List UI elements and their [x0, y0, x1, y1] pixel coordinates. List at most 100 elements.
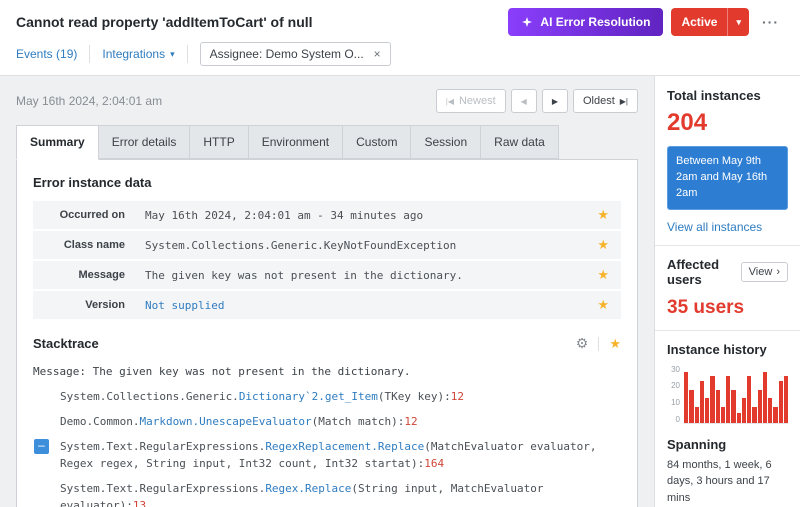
frame-class: System.Text.RegularExpressions.	[60, 482, 265, 495]
tab-raw-data[interactable]: Raw data	[480, 125, 559, 159]
integrations-label: Integrations	[102, 47, 165, 61]
star-icon[interactable]: ★	[597, 297, 609, 313]
tabs: SummaryError detailsHTTPEnvironmentCusto…	[16, 125, 638, 159]
frame-method: Regex.Replace	[265, 482, 351, 495]
view-users-button[interactable]: View ›	[741, 262, 788, 282]
page-title: Cannot read property 'addItemToCart' of …	[16, 14, 313, 30]
frame-text: System.Text.RegularExpressions.Regex.Rep…	[60, 480, 621, 507]
history-bar	[742, 398, 746, 423]
history-bar	[747, 376, 751, 423]
skip-to-last-icon: ▶|	[620, 97, 628, 106]
star-icon[interactable]: ★	[597, 237, 609, 253]
skip-to-first-icon: |◀	[446, 97, 454, 106]
field-value: System.Collections.Generic.KeyNotFoundEx…	[145, 239, 597, 252]
field-value[interactable]: Not supplied	[145, 299, 597, 312]
y-tick-label: 0	[667, 416, 680, 424]
tab-environment[interactable]: Environment	[248, 125, 343, 159]
next-instance-button[interactable]: ▶	[542, 89, 568, 113]
history-bar	[737, 413, 741, 423]
tab-summary[interactable]: Summary	[16, 125, 99, 160]
instance-history-heading: Instance history	[667, 342, 788, 357]
assignee-chip-label: Assignee: Demo System O...	[210, 47, 364, 61]
field-value: The given key was not present in the dic…	[145, 269, 597, 282]
frame-gutter	[33, 413, 60, 414]
field-label: Occurred on	[33, 209, 125, 221]
history-bar	[726, 376, 730, 423]
star-icon[interactable]: ★	[597, 267, 609, 283]
newest-label: Newest	[459, 95, 496, 107]
history-bar	[768, 398, 772, 423]
tab-http[interactable]: HTTP	[189, 125, 248, 159]
history-bar	[684, 372, 688, 423]
affected-users-count: 35 users	[667, 297, 788, 319]
spanning-heading: Spanning	[667, 437, 788, 452]
chevron-left-icon: ◀	[521, 97, 527, 106]
instance-pager: |◀ Newest ◀ ▶ Oldest ▶|	[436, 89, 638, 113]
frame-class: Demo.Common.	[60, 415, 139, 428]
view-button-label: View	[749, 266, 773, 278]
main-area: May 16th 2024, 2:04:01 am |◀ Newest ◀ ▶ …	[0, 75, 800, 507]
star-icon[interactable]: ★	[597, 207, 609, 223]
history-bar	[758, 390, 762, 422]
history-bar	[695, 407, 699, 422]
frame-line-number: 13	[133, 499, 146, 507]
error-report-app: Cannot read property 'addItemToCart' of …	[0, 0, 800, 507]
affected-users-heading: Affected users	[667, 257, 741, 287]
instance-timestamp: May 16th 2024, 2:04:01 am	[16, 94, 162, 108]
stack-frame: Demo.Common.Markdown.UnescapeEvaluator(M…	[33, 409, 621, 434]
oldest-label: Oldest	[583, 95, 615, 107]
error-instance-heading: Error instance data	[33, 175, 621, 190]
frame-class: System.Text.RegularExpressions.	[60, 440, 265, 453]
field-label: Class name	[33, 239, 125, 251]
tab-session[interactable]: Session	[410, 125, 481, 159]
star-icon[interactable]: ★	[609, 336, 621, 352]
history-bar	[700, 381, 704, 423]
events-link[interactable]: Events (19)	[16, 47, 77, 61]
history-bar	[752, 407, 756, 422]
assignee-filter-chip[interactable]: Assignee: Demo System O... ×	[200, 42, 391, 66]
integrations-dropdown[interactable]: Integrations ▾	[102, 47, 174, 61]
chevron-right-icon: ▶	[552, 97, 558, 106]
frame-text: System.Text.RegularExpressions.RegexRepl…	[60, 438, 621, 472]
more-options-button[interactable]: ···	[757, 10, 784, 34]
frame-line-number: 164	[424, 457, 444, 470]
y-tick-label: 30	[667, 366, 680, 374]
field-label: Message	[33, 269, 125, 281]
frame-args: (Match match):	[312, 415, 405, 428]
frame-method: Dictionary`2.get_Item	[239, 390, 378, 403]
divider	[89, 45, 90, 63]
frame-gutter	[33, 480, 60, 481]
header-actions: AI Error Resolution Active ▾ ···	[508, 8, 784, 36]
ai-button-label: AI Error Resolution	[540, 15, 650, 29]
tab-custom[interactable]: Custom	[342, 125, 411, 159]
status-dropdown[interactable]: Active ▾	[671, 8, 749, 36]
instance-history-chart: 3020100	[667, 366, 788, 424]
ai-error-resolution-button[interactable]: AI Error Resolution	[508, 8, 663, 36]
history-bar	[710, 376, 714, 423]
history-bar	[784, 376, 788, 423]
error-instance-row: Class name System.Collections.Generic.Key…	[33, 231, 621, 259]
header: Cannot read property 'addItemToCart' of …	[0, 0, 800, 75]
divider	[598, 337, 599, 351]
previous-instance-button[interactable]: ◀	[511, 89, 537, 113]
newest-instance-button[interactable]: |◀ Newest	[436, 89, 506, 113]
view-all-instances-link[interactable]: View all instances	[667, 220, 788, 234]
divider	[655, 245, 800, 246]
history-bar	[763, 372, 767, 423]
secondary-nav: Events (19) Integrations ▾ Assignee: Dem…	[16, 42, 784, 75]
oldest-instance-button[interactable]: Oldest ▶|	[573, 89, 638, 113]
frame-text: Demo.Common.Markdown.UnescapeEvaluator(M…	[60, 413, 621, 430]
history-bar	[689, 390, 693, 422]
frame-gutter	[33, 388, 60, 389]
history-bar	[773, 407, 777, 422]
history-bar	[721, 407, 725, 422]
tab-error-details[interactable]: Error details	[98, 125, 191, 159]
instance-history-bars	[684, 366, 788, 424]
frame-text: System.Collections.Generic.Dictionary`2.…	[60, 388, 621, 405]
error-instance-row: VersionNot supplied★	[33, 291, 621, 319]
collapse-frame-icon[interactable]: –	[34, 439, 49, 454]
instance-nav: May 16th 2024, 2:04:01 am |◀ Newest ◀ ▶ …	[16, 89, 638, 113]
close-icon[interactable]: ×	[374, 47, 381, 61]
chevron-down-icon: ▾	[170, 49, 175, 60]
gear-icon[interactable]: ⚙	[576, 335, 589, 352]
